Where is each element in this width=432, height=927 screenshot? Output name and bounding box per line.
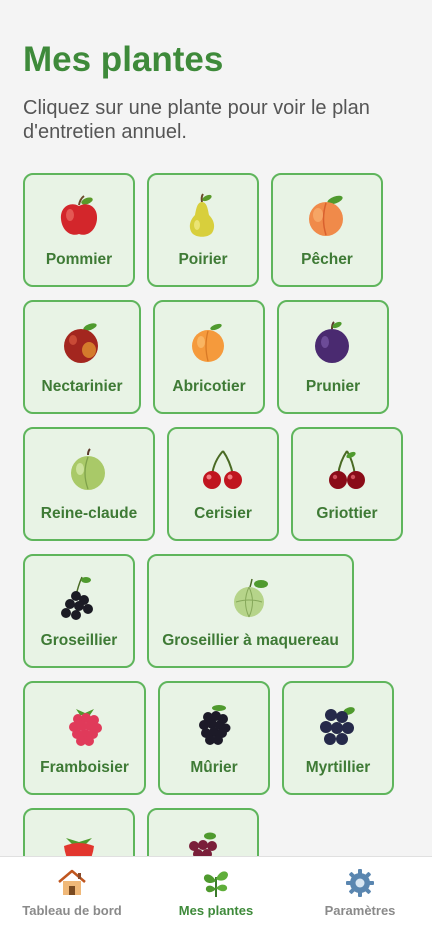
plant-row: Groseillier Groseillier à maquereau (23, 554, 423, 668)
tab-my-plants[interactable]: Mes plantes (144, 857, 288, 927)
plant-card-abricotier[interactable]: Abricotier (153, 300, 265, 414)
plant-card-murier[interactable]: Mûrier (158, 681, 270, 795)
nectarine-icon (64, 323, 98, 363)
plant-label: Mûrier (190, 759, 238, 776)
plant-card-vigne[interactable] (147, 808, 259, 856)
blackcurrant-icon (61, 576, 93, 620)
plant-label: Cerisier (194, 505, 252, 522)
plant-grid: Pommier Poirier Pêcher Nectarinier Abric… (23, 173, 423, 856)
plant-label: Pommier (45, 251, 113, 268)
house-icon (58, 869, 86, 895)
raspberry-icon (68, 709, 102, 746)
plant-label: Framboisier (40, 759, 129, 776)
tab-dashboard[interactable]: Tableau de bord (0, 857, 144, 927)
plant-row: Pommier Poirier Pêcher (23, 173, 423, 287)
plant-card-poirier[interactable]: Poirier (147, 173, 259, 287)
plant-row: Reine-claude Cerisier Griottier (23, 427, 423, 541)
plant-row: Framboisier Mûrier Myrtillier (23, 681, 423, 795)
plant-card-nectarinier[interactable]: Nectarinier (23, 300, 141, 414)
plant-row (23, 808, 423, 856)
bottom-tab-bar: Tableau de bord Mes plantes Paramètres (0, 856, 432, 927)
plant-label: Reine-claude (40, 505, 138, 522)
plant-row: Nectarinier Abricotier Prunier (23, 300, 423, 414)
greengage-icon (71, 448, 105, 490)
pear-icon (189, 193, 215, 237)
plant-label: Griottier (316, 505, 378, 522)
tab-label: Tableau de bord (22, 903, 122, 918)
tab-settings[interactable]: Paramètres (288, 857, 432, 927)
page-title: Mes plantes (23, 40, 224, 79)
apple-icon (60, 195, 98, 235)
blueberry-icon (320, 707, 355, 745)
apricot-icon (192, 323, 224, 362)
plant-card-pecher[interactable]: Pêcher (271, 173, 383, 287)
gear-icon (346, 869, 374, 897)
plant-card-cerisier[interactable]: Cerisier (167, 427, 279, 541)
strawberry-icon (64, 838, 94, 856)
plant-card-framboisier[interactable]: Framboisier (23, 681, 146, 795)
plant-label: Groseillier (40, 632, 118, 649)
plant-label: Myrtillier (305, 759, 371, 776)
page-subtitle: Cliquez sur une plante pour voir le plan… (23, 97, 370, 143)
tab-label: Mes plantes (178, 903, 254, 918)
plant-label: Poirier (178, 251, 228, 268)
peach-icon (309, 195, 343, 236)
plant-card-prunier[interactable]: Prunier (277, 300, 389, 414)
tab-label: Paramètres (324, 903, 396, 918)
sour-cherry-icon (329, 450, 365, 489)
plant-label: Abricotier (172, 378, 246, 395)
plum-icon (315, 321, 349, 363)
grapes-icon (189, 832, 217, 856)
plant-card-groseillier-a-maquereau[interactable]: Groseillier à maquereau (147, 554, 354, 668)
plant-label: Prunier (305, 378, 361, 395)
blackberry-icon (199, 705, 231, 745)
cherry-icon (203, 450, 242, 489)
plant-card-fraisier[interactable] (23, 808, 135, 856)
plant-label: Nectarinier (41, 378, 123, 395)
gooseberry-icon (233, 578, 268, 618)
plant-card-pommier[interactable]: Pommier (23, 173, 135, 287)
plant-card-reine-claude[interactable]: Reine-claude (23, 427, 155, 541)
plant-card-griottier[interactable]: Griottier (291, 427, 403, 541)
plant-label: Pêcher (301, 251, 353, 268)
plant-label: Groseillier à maquereau (162, 632, 339, 649)
plant-card-myrtillier[interactable]: Myrtillier (282, 681, 394, 795)
plant-card-groseillier[interactable]: Groseillier (23, 554, 135, 668)
plant-icon (203, 871, 228, 897)
